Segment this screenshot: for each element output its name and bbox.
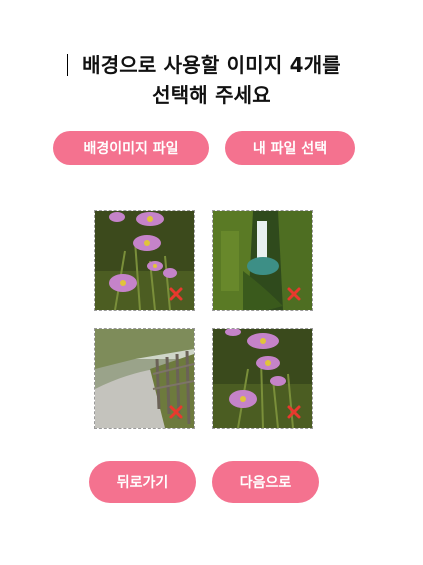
page-title-line-2: 선택해 주세요 [152, 83, 271, 107]
image-tile-4[interactable] [212, 328, 313, 429]
page-title: 배경으로 사용할 이미지 4개를 선택해 주세요 [0, 50, 423, 110]
default-images-button[interactable]: 배경이미지 파일 [53, 131, 209, 165]
image-tile-2[interactable] [212, 210, 313, 311]
back-button[interactable]: 뒤로가기 [89, 461, 196, 503]
image-tile-1[interactable] [94, 210, 195, 311]
next-button[interactable]: 다음으로 [212, 461, 319, 503]
image-tile-3[interactable] [94, 328, 195, 429]
my-files-button[interactable]: 내 파일 선택 [225, 131, 355, 165]
remove-image-2-close-icon[interactable] [286, 286, 302, 302]
remove-image-1-close-icon[interactable] [168, 286, 184, 302]
page-title-line-1: 배경으로 사용할 이미지 4개를 [82, 53, 341, 77]
remove-image-4-close-icon[interactable] [286, 404, 302, 420]
remove-image-3-close-icon[interactable] [168, 404, 184, 420]
